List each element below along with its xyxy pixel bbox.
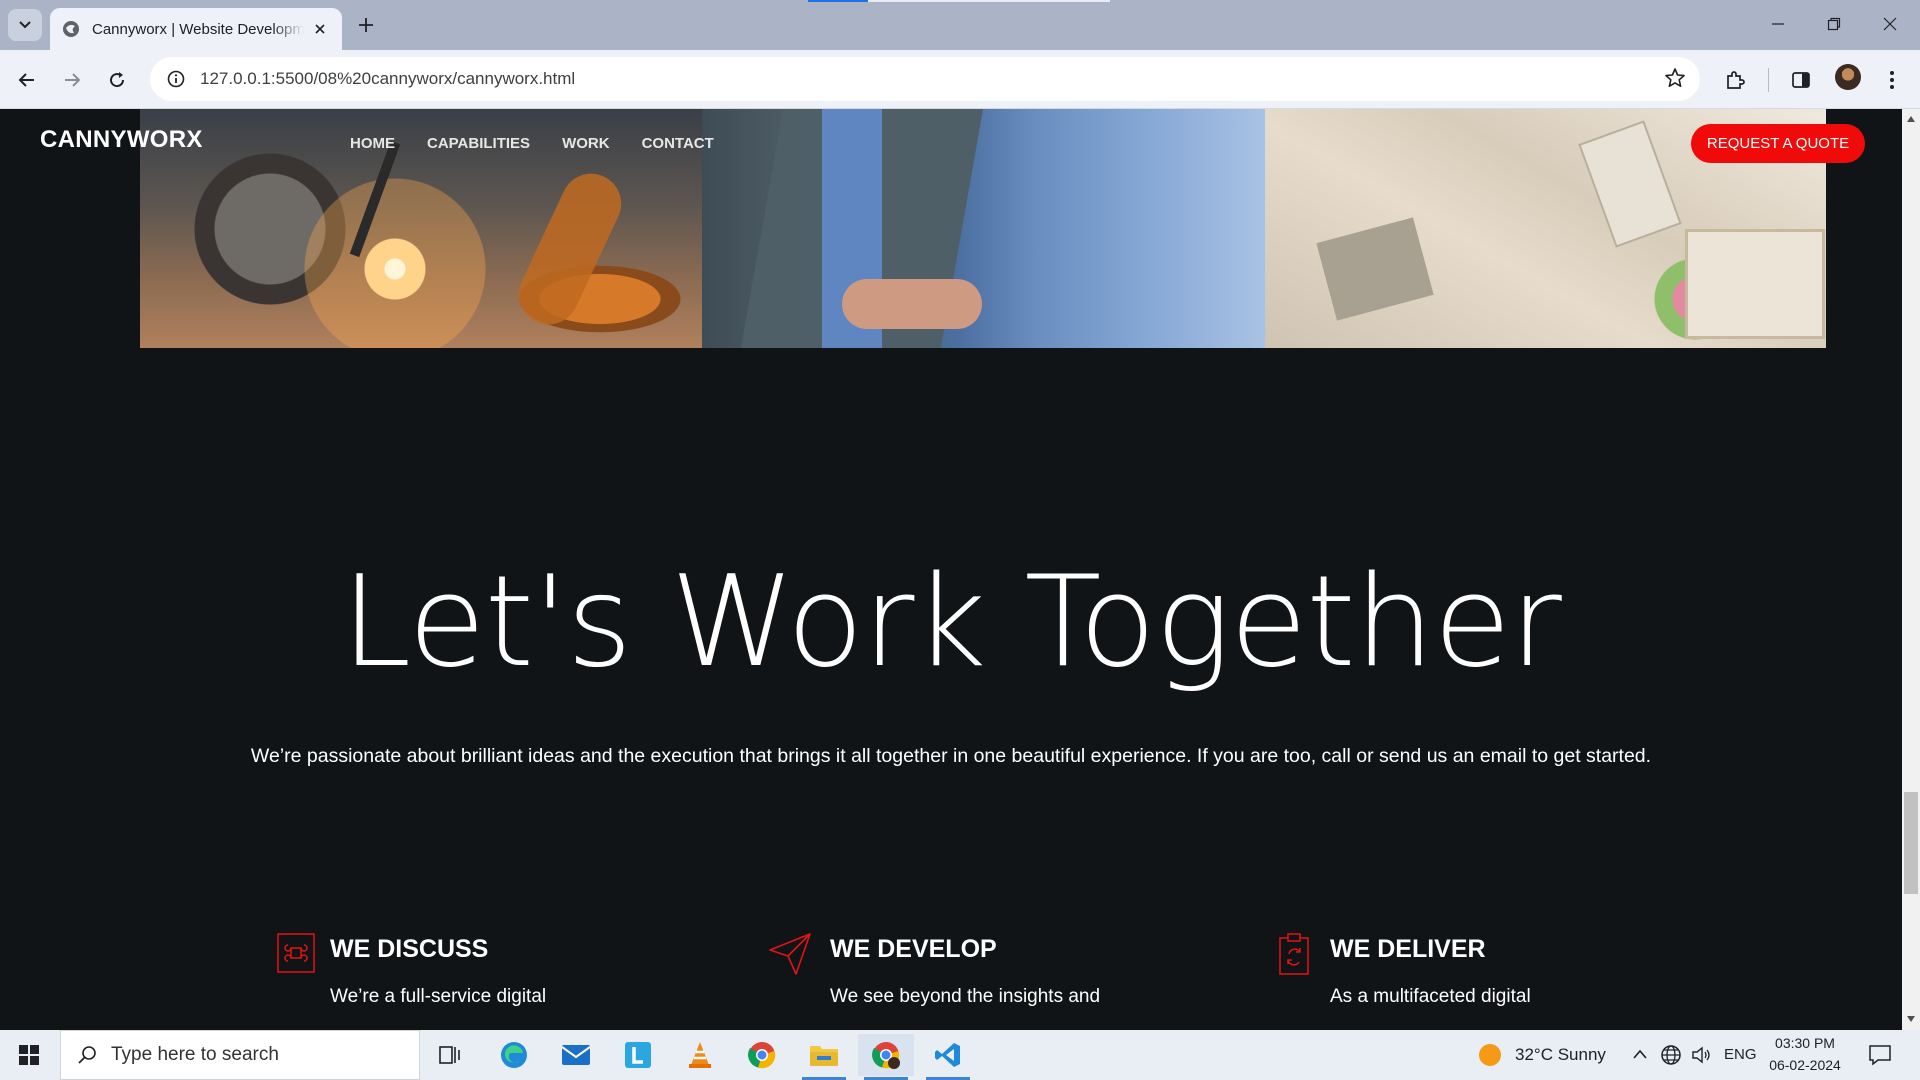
close-icon (1883, 17, 1897, 31)
clipboard-sync-icon (1279, 933, 1309, 975)
reload-button[interactable] (100, 63, 134, 97)
tab-strip: Cannyworx | Website Development (0, 0, 1920, 50)
task-view-button[interactable] (422, 1034, 478, 1076)
browser-toolbar: 127.0.0.1:5500/08%20cannyworx/cannyworx.… (0, 50, 1920, 109)
tab-loading-indicator (808, 0, 868, 2)
feature-text: We’re a full-service digital (330, 986, 547, 1007)
info-icon (167, 70, 185, 88)
notifications-icon[interactable] (1868, 1044, 1892, 1066)
restore-button[interactable] (1814, 8, 1854, 40)
feature-title: WE DISCUSS (330, 935, 489, 963)
site-navbar: CANNYWORX HOME CAPABILITIES WORK CONTACT… (0, 109, 1902, 179)
side-panel-button[interactable] (1784, 63, 1818, 97)
command-icon (277, 933, 315, 973)
taskbar-search-box[interactable]: Type here to search (60, 1030, 420, 1080)
folder-icon (810, 1046, 838, 1066)
clock-time: 03:30 PM (1775, 1035, 1835, 1051)
scroll-thumb[interactable] (1904, 792, 1918, 894)
taskbar-chrome-profile[interactable] (858, 1034, 914, 1080)
weather-text[interactable]: 32°C Sunny (1515, 1045, 1606, 1065)
network-globe-icon[interactable] (1660, 1044, 1682, 1066)
feature-title: WE DELIVER (1330, 935, 1486, 963)
vscode-icon (935, 1043, 960, 1067)
clock-date: 06-02-2024 (1769, 1057, 1841, 1073)
tab-title: Cannyworx | Website Development (92, 20, 304, 38)
feature-title: WE DEVELOP (830, 935, 997, 963)
triangle-down-icon (1907, 1016, 1915, 1022)
plus-icon (359, 18, 373, 32)
restore-icon (1827, 17, 1841, 31)
arrow-left-icon (18, 73, 34, 87)
hero-subtitle: We’re passionate about brilliant ideas a… (250, 745, 1652, 767)
arrow-right-icon (65, 73, 81, 87)
nav-link-work[interactable]: WORK (562, 135, 610, 152)
bookmark-button[interactable] (1664, 67, 1686, 94)
tab-indicator-track (868, 0, 1110, 2)
taskbar-vlc[interactable] (672, 1034, 728, 1076)
puzzle-icon (1727, 71, 1745, 89)
speaker-icon[interactable] (1690, 1044, 1712, 1066)
star-icon (1665, 68, 1685, 87)
scroll-up-button[interactable] (1904, 112, 1918, 126)
scroll-down-button[interactable] (1904, 1012, 1918, 1026)
windows-taskbar: Type here to search 32°C Sunny ENG 03:30… (0, 1030, 1920, 1080)
globe-icon (63, 21, 79, 37)
search-icon (78, 1046, 96, 1064)
feature-text: We see beyond the insights and (830, 986, 1101, 1007)
vlc-cone-icon (689, 1042, 711, 1068)
site-info-button[interactable] (154, 57, 198, 101)
address-bar[interactable]: 127.0.0.1:5500/08%20cannyworx/cannyworx.… (150, 57, 1700, 101)
chevron-down-icon (19, 21, 31, 29)
edge-icon (501, 1042, 527, 1068)
nav-link-home[interactable]: HOME (350, 135, 395, 152)
close-icon (315, 24, 325, 34)
taskbar-clock[interactable]: 03:30 PM 06-02-2024 (1760, 1032, 1850, 1076)
tab-close-button[interactable] (310, 19, 330, 39)
page-viewport: CANNYWORX HOME CAPABILITIES WORK CONTACT… (0, 109, 1902, 1030)
close-window-button[interactable] (1870, 8, 1910, 40)
forward-button[interactable] (55, 63, 89, 97)
taskbar-chrome[interactable] (734, 1034, 790, 1076)
l-app-icon (625, 1042, 651, 1068)
reload-icon (110, 72, 125, 88)
taskbar-l-app[interactable] (610, 1034, 666, 1076)
taskbar-vscode[interactable] (920, 1034, 976, 1080)
more-vertical-icon (1890, 71, 1894, 89)
browser-tab[interactable]: Cannyworx | Website Development (50, 8, 342, 50)
minimize-icon (1772, 23, 1784, 25)
tab-search-button[interactable] (8, 9, 42, 41)
feature-text: As a multifaceted digital (1330, 986, 1531, 1007)
taskbar-mail[interactable] (548, 1034, 604, 1076)
request-quote-button[interactable]: REQUEST A QUOTE (1691, 124, 1865, 163)
side-panel-icon (1792, 72, 1810, 88)
nav-link-contact[interactable]: CONTACT (642, 135, 714, 152)
nav-links: HOME CAPABILITIES WORK CONTACT (350, 135, 746, 152)
hero-title: Let's Work Together (341, 548, 1562, 695)
brand-logo[interactable]: CANNYWORX (40, 126, 203, 154)
triangle-up-icon (1907, 116, 1915, 122)
language-indicator[interactable]: ENG (1724, 1046, 1757, 1063)
chrome-icon (748, 1042, 776, 1069)
mail-icon (561, 1045, 591, 1065)
chevron-up-icon[interactable] (1632, 1048, 1648, 1060)
toolbar-separator (1768, 68, 1769, 92)
new-tab-button[interactable] (352, 11, 380, 39)
menu-button[interactable] (1875, 63, 1909, 97)
url-text: 127.0.0.1:5500/08%20cannyworx/cannyworx.… (200, 69, 576, 88)
taskbar-file-explorer[interactable] (796, 1034, 852, 1080)
back-button[interactable] (10, 63, 44, 97)
extensions-button[interactable] (1718, 63, 1752, 97)
taskbar-edge[interactable] (486, 1034, 542, 1076)
profile-avatar[interactable] (1835, 64, 1861, 90)
start-button[interactable] (0, 1030, 58, 1080)
task-view-icon (439, 1046, 460, 1064)
paper-plane-icon (769, 933, 811, 975)
chrome-profile-icon (872, 1042, 900, 1069)
weather-sun-icon (1479, 1044, 1501, 1066)
minimize-button[interactable] (1758, 8, 1798, 40)
nav-link-capabilities[interactable]: CAPABILITIES (427, 135, 530, 152)
search-placeholder: Type here to search (111, 1044, 279, 1065)
windows-logo-icon (19, 1045, 39, 1065)
